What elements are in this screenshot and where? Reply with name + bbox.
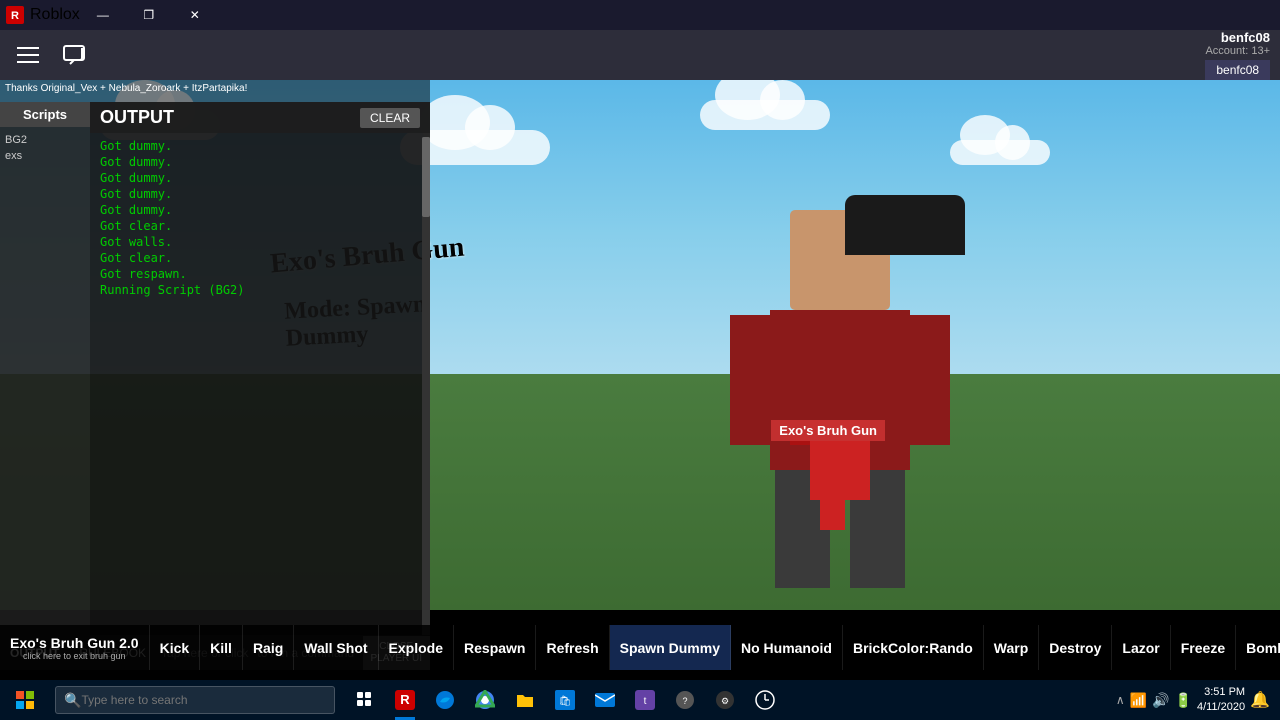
taskbar-app-store[interactable]: 🛍	[545, 680, 585, 720]
output-scrollbar-thumb	[422, 137, 430, 217]
svg-text:R: R	[11, 10, 19, 22]
hamburger-menu-button[interactable]	[10, 37, 46, 73]
output-line: Got dummy.	[100, 186, 420, 202]
char-hair	[845, 195, 965, 255]
action-bar: Exo's Bruh Gun 2.0click here to exit bru…	[0, 625, 1280, 670]
search-icon: 🔍	[64, 692, 81, 709]
action-bar-item-kick[interactable]: Kick	[150, 625, 201, 670]
svg-text:R: R	[400, 692, 410, 707]
output-panel: OUTPUT CLEAR Got dummy.Got dummy.Got dum…	[90, 102, 430, 662]
taskbar-app-roblox[interactable]: R	[385, 680, 425, 720]
output-content: Got dummy.Got dummy.Got dummy.Got dummy.…	[90, 133, 430, 303]
gun-model	[790, 420, 890, 560]
output-line: Got clear.	[100, 250, 420, 266]
action-bar-item-wall-shot[interactable]: Wall Shot	[294, 625, 378, 670]
action-bar-item-explode[interactable]: Explode	[379, 625, 454, 670]
svg-text:?: ?	[682, 696, 687, 706]
output-line: Got dummy.	[100, 154, 420, 170]
taskbar-app-unknown2[interactable]: ⚙	[705, 680, 745, 720]
action-bar-item-kill[interactable]: Kill	[200, 625, 243, 670]
hamburger-line	[17, 61, 39, 63]
taskbar-app-unknown1[interactable]: ?	[665, 680, 705, 720]
output-header: OUTPUT CLEAR	[90, 102, 430, 133]
game-viewport: Exo's Bruh Gun Exo's Bruh Gun Mode: Spaw…	[0, 80, 1280, 670]
tray-icon-volume: 🔊	[1152, 692, 1169, 709]
char-left-arm	[730, 315, 770, 445]
taskbar-search-bar[interactable]: 🔍	[55, 686, 335, 714]
output-line: Got respawn.	[100, 266, 420, 282]
action-bar-item-lazor[interactable]: Lazor	[1112, 625, 1170, 670]
clear-output-button[interactable]: CLEAR	[360, 108, 420, 128]
credits-bar: Thanks Original_Vex + Nebula_Zoroark + I…	[0, 80, 430, 102]
action-bar-item-raig[interactable]: Raig	[243, 625, 294, 670]
menu-bar: benfc08 Account: 13+ benfc08	[0, 30, 1280, 80]
gun-handle	[820, 480, 845, 530]
gun-floating-label: Exo's Bruh Gun	[771, 420, 885, 441]
output-line: Got dummy.	[100, 138, 420, 154]
maximize-button[interactable]: ❐	[126, 0, 172, 30]
roblox-logo: R	[0, 0, 30, 30]
taskbar-app-file-explorer[interactable]	[505, 680, 545, 720]
svg-text:🛍: 🛍	[559, 695, 572, 707]
scripts-panel: Scripts BG2exs	[0, 102, 90, 662]
svg-text:t: t	[644, 696, 647, 707]
script-list: BG2exs	[0, 127, 90, 169]
taskbar-app-mail[interactable]	[585, 680, 625, 720]
svg-text:⚙: ⚙	[721, 696, 729, 706]
hamburger-line	[17, 54, 39, 56]
cloud	[950, 140, 1050, 165]
output-panel-title: OUTPUT	[100, 107, 174, 128]
account-type-label: Account: 13+	[1205, 45, 1270, 57]
system-tray: ∧ 📶 🔊 🔋 3:51 PM 4/11/2020 🔔	[1106, 685, 1280, 716]
taskbar: 🔍 R	[0, 680, 1280, 720]
action-bar-item-freeze[interactable]: Freeze	[1171, 625, 1236, 670]
start-button[interactable]	[0, 680, 50, 720]
output-line: Got dummy.	[100, 202, 420, 218]
window-controls: — ❐ ✕	[80, 0, 218, 30]
taskbar-app-task-view[interactable]	[345, 680, 385, 720]
script-item[interactable]: exs	[5, 148, 85, 164]
tray-icon-battery: 🔋	[1175, 692, 1192, 709]
taskbar-apps: R 🛍	[340, 680, 1106, 720]
action-bar-item-bomb[interactable]: Bomb	[1236, 625, 1280, 670]
taskbar-app-clock[interactable]	[745, 680, 785, 720]
script-item[interactable]: BG2	[5, 132, 85, 148]
close-button[interactable]: ✕	[172, 0, 218, 30]
user-badge: benfc08	[1205, 60, 1270, 80]
chat-button[interactable]	[56, 37, 92, 73]
hamburger-line	[17, 47, 39, 49]
notification-button[interactable]: 🔔	[1250, 690, 1270, 710]
char-head	[790, 210, 890, 310]
output-scrollbar[interactable]	[422, 137, 430, 637]
action-bar-item-no-humanoid[interactable]: No Humanoid	[731, 625, 843, 670]
title-bar: R Roblox — ❐ ✕	[0, 0, 1280, 30]
output-line: Running Script (BG2)	[100, 282, 420, 298]
output-line: Got dummy.	[100, 170, 420, 186]
action-bar-item-refresh[interactable]: Refresh	[536, 625, 609, 670]
taskbar-app-edge[interactable]	[425, 680, 465, 720]
window-title: Roblox	[30, 6, 80, 24]
action-bar-item-brickcolor:rando[interactable]: BrickColor:Rando	[843, 625, 984, 670]
tray-icon-network: 📶	[1130, 692, 1147, 709]
taskbar-app-twitch[interactable]: t	[625, 680, 665, 720]
minimize-button[interactable]: —	[80, 0, 126, 30]
tray-icon-1: ∧	[1116, 693, 1125, 707]
action-bar-item-warp[interactable]: Warp	[984, 625, 1039, 670]
taskbar-app-chrome[interactable]	[465, 680, 505, 720]
taskbar-search-input[interactable]	[81, 693, 326, 707]
cloud	[700, 100, 830, 130]
action-bar-item-respawn[interactable]: Respawn	[454, 625, 536, 670]
action-bar-item-exo's-bruh-gun-2.0[interactable]: Exo's Bruh Gun 2.0click here to exit bru…	[0, 625, 150, 670]
scripts-panel-title: Scripts	[0, 102, 90, 127]
username-display: benfc08	[1205, 30, 1270, 45]
user-info: benfc08 Account: 13+ benfc08	[1205, 30, 1270, 80]
system-clock[interactable]: 3:51 PM 4/11/2020	[1197, 685, 1245, 716]
action-bar-item-spawn-dummy[interactable]: Spawn Dummy	[610, 625, 731, 670]
output-line: Got walls.	[100, 234, 420, 250]
char-right-arm	[910, 315, 950, 445]
action-bar-item-destroy[interactable]: Destroy	[1039, 625, 1112, 670]
output-line: Got clear.	[100, 218, 420, 234]
